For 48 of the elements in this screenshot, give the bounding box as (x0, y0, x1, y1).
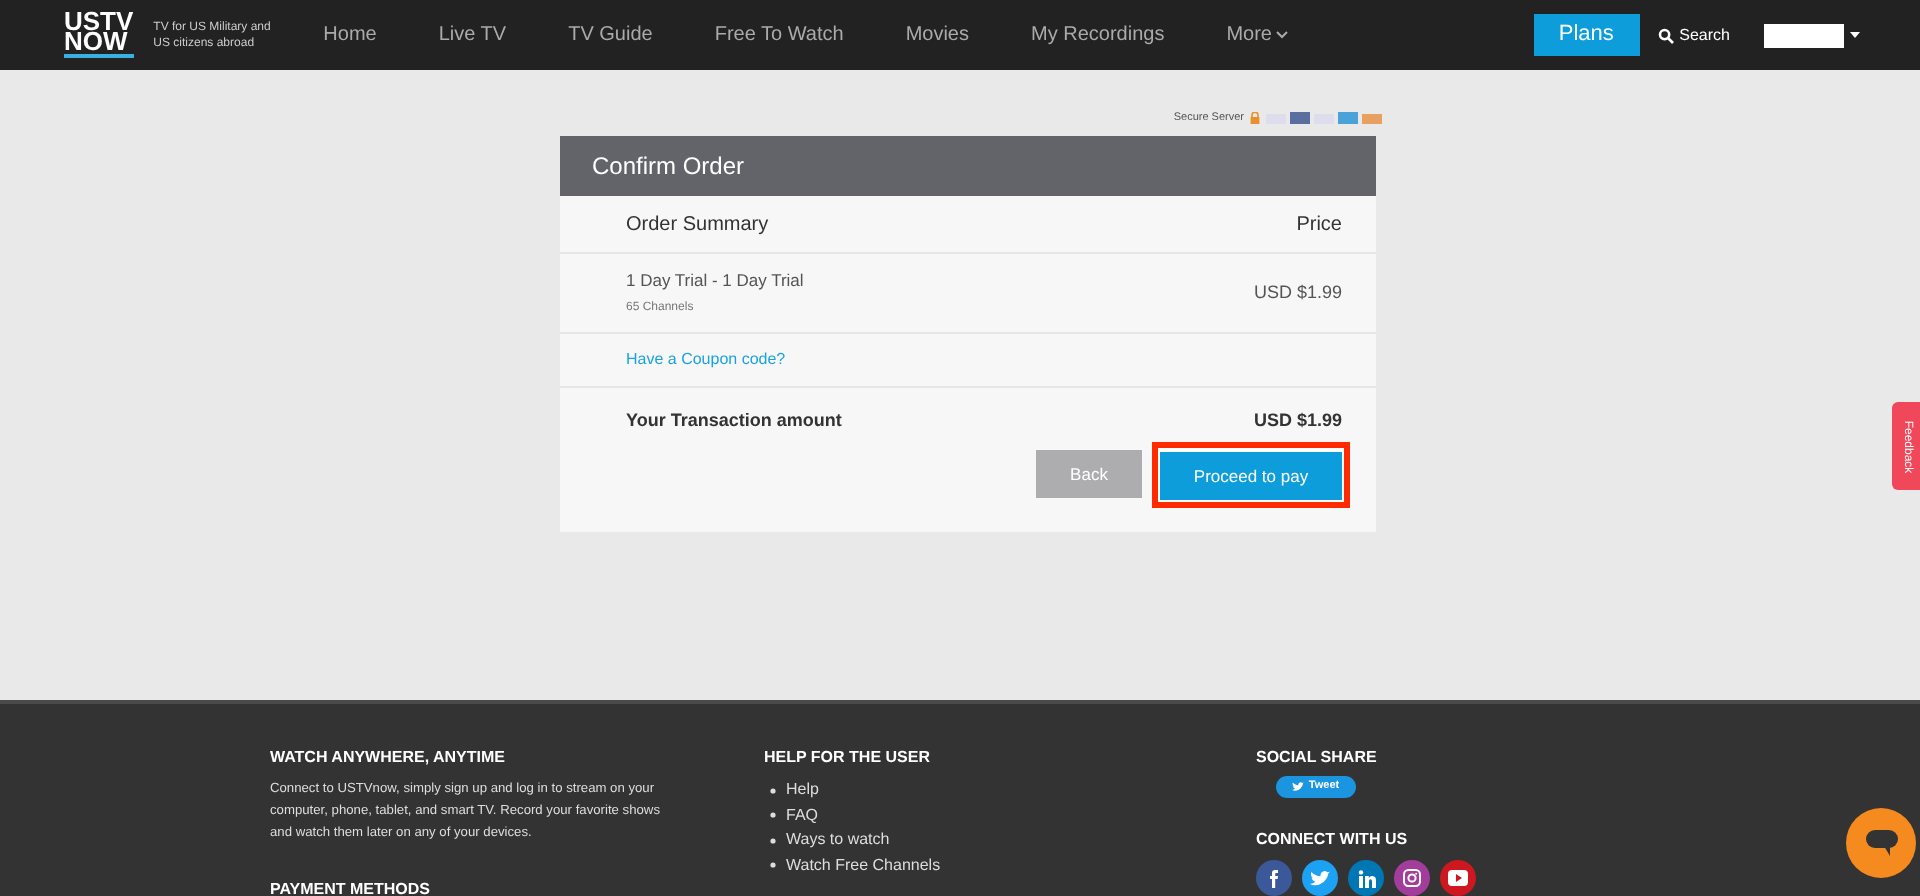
padlock-icon (1250, 112, 1260, 124)
search-link[interactable]: Search (1657, 23, 1730, 47)
chat-button[interactable] (1846, 808, 1916, 878)
column-heading: Price (1296, 211, 1342, 239)
facebook-icon[interactable] (1256, 860, 1292, 896)
chat-bubble-icon (1865, 829, 1897, 857)
footer-heading: PAYMENT METHODS (270, 878, 433, 896)
help-link[interactable]: Help (786, 778, 819, 803)
nav-link[interactable]: Live TV (438, 20, 507, 50)
facebook-logo-icon (1264, 868, 1284, 888)
footer-heading: SOCIAL SHARE (1256, 746, 1379, 770)
youtube-logo-icon (1448, 870, 1468, 886)
bullet-icon (770, 787, 776, 794)
help-link[interactable]: FAQ (786, 803, 819, 828)
twitter-icon[interactable] (1302, 860, 1338, 896)
nav-link[interactable]: Movies (905, 20, 969, 50)
nav-link[interactable]: Free To Watch (714, 20, 844, 50)
nav-link[interactable]: My Recordings (1031, 20, 1165, 50)
nav-link[interactable]: More (1226, 20, 1288, 50)
total-label: Your Transaction amount (626, 408, 842, 434)
linkedin-logo-icon (1357, 869, 1375, 887)
linkedin-icon[interactable] (1348, 860, 1384, 896)
account-field[interactable] (1764, 23, 1844, 47)
footer-heading: CONNECT WITH US (1256, 828, 1410, 852)
footer-heading: HELP FOR THE USER (764, 746, 932, 770)
price-text: USD $1.99 (1253, 279, 1342, 306)
bird-icon (1292, 782, 1305, 792)
card-title: Confirm Order (560, 136, 1376, 196)
dropdown-caret-icon[interactable] (1850, 31, 1860, 39)
column-heading: Order Summary (626, 211, 769, 239)
total-amount: USD $1.99 (1253, 408, 1342, 434)
bullet-icon (770, 862, 776, 869)
nav-link[interactable]: TV Guide (568, 20, 653, 50)
footer-heading: WATCH ANYWHERE, ANYTIME (270, 746, 507, 770)
twitter-logo-icon (1310, 869, 1330, 887)
nav-link[interactable]: Home (323, 20, 377, 50)
bullet-icon (770, 812, 776, 819)
search-icon (1657, 27, 1674, 43)
site-logo[interactable]: USTV NOW (64, 12, 134, 58)
instagram-logo-icon (1402, 868, 1422, 888)
help-link[interactable]: Ways to watch (786, 828, 890, 853)
youtube-icon[interactable] (1440, 860, 1476, 896)
payment-cards-drawing (1266, 112, 1382, 124)
instagram-icon[interactable] (1394, 860, 1430, 896)
bullet-icon (770, 837, 776, 844)
help-link[interactable]: Watch Free Channels (786, 853, 941, 878)
caret-icon (1276, 30, 1288, 40)
plan-name: 1 Day Trial - 1 Day Trial (626, 268, 804, 294)
